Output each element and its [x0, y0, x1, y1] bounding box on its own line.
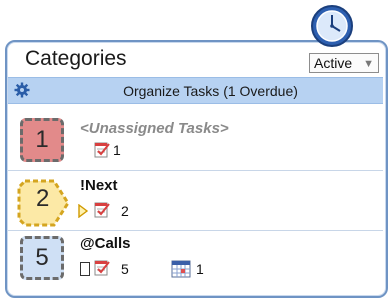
- task-icon[interactable]: [93, 141, 111, 159]
- filter-selected-value: Active: [314, 55, 353, 71]
- badge-number: 1: [35, 126, 49, 153]
- row-divider: [8, 230, 383, 231]
- task-count: 1: [113, 142, 121, 158]
- category-name[interactable]: <Unassigned Tasks>: [80, 120, 229, 137]
- widget-title: Categories: [25, 47, 127, 70]
- organize-tasks-label: Organize Tasks (1 Overdue): [123, 83, 298, 99]
- calendar-icon[interactable]: [171, 259, 191, 279]
- badge-number: 2: [36, 185, 50, 212]
- checkbox-icon[interactable]: [80, 262, 90, 276]
- task-count: 5: [121, 261, 129, 277]
- dropdown-arrow-icon: ▼: [363, 58, 374, 70]
- calendar-count: 1: [196, 261, 204, 277]
- category-badge[interactable]: 1: [20, 118, 64, 162]
- task-icon[interactable]: [93, 201, 111, 219]
- badge-number: 5: [35, 244, 49, 271]
- play-arrow-icon[interactable]: [78, 204, 88, 218]
- category-name[interactable]: @Calls: [80, 235, 130, 252]
- category-name[interactable]: !Next: [80, 177, 118, 194]
- filter-dropdown[interactable]: Active ▼: [309, 53, 379, 73]
- task-count: 2: [121, 203, 129, 219]
- task-icon[interactable]: [93, 259, 111, 277]
- organize-tasks-bar[interactable]: Organize Tasks (1 Overdue): [8, 77, 383, 104]
- row-divider: [8, 170, 383, 171]
- category-badge[interactable]: 5: [20, 236, 64, 280]
- clock-icon[interactable]: [310, 4, 354, 48]
